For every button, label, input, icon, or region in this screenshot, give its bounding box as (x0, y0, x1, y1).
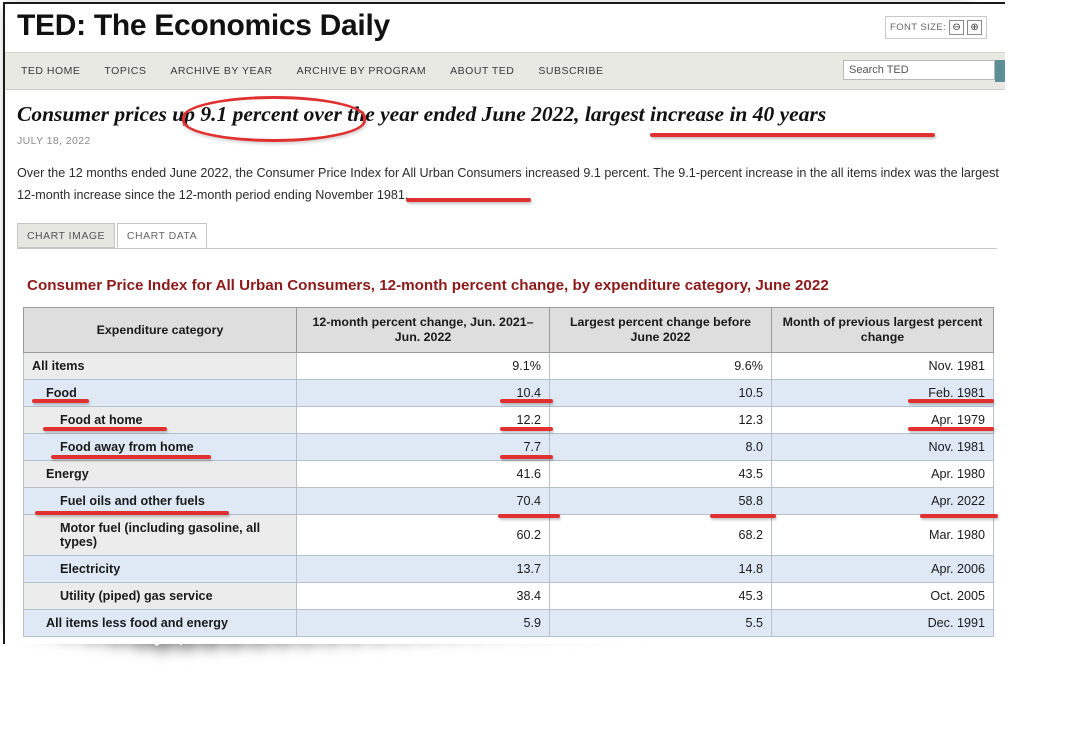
nav-item-about-ted[interactable]: ABOUT TED (450, 65, 514, 77)
table-row: Utility (piped) gas service 38.4 45.3 Oct. … (23, 582, 994, 610)
cell-expenditure-category: All items less food and energy (23, 609, 297, 637)
cell-largest-percent-change: 8.0 (549, 433, 772, 461)
cell-12-month-percent-change: 10.4 (296, 379, 550, 407)
tab-chart-image[interactable]: CHART IMAGE (17, 223, 115, 248)
table-row: All items less food and energy 5.9 5.5 Dec.… (23, 609, 994, 637)
search-input[interactable] (843, 60, 995, 80)
cell-expenditure-category: Food at home (23, 406, 297, 434)
cell-12-month-percent-change: 5.9 (296, 609, 550, 637)
nav-item-subscribe[interactable]: SUBSCRIBE (538, 65, 603, 77)
font-size-increase-icon[interactable]: ⊕ (967, 20, 983, 35)
column-header-largest-percent-change: Largest percent change before June 2022 (549, 307, 772, 353)
cell-largest-percent-change: 14.8 (549, 555, 772, 583)
column-header-month-of-previous-largest: Month of previous largest percent change (771, 307, 994, 353)
cell-month-of-previous-largest: Feb. 1981 (771, 379, 994, 407)
cell-12-month-percent-change: 12.2 (296, 406, 550, 434)
cell-largest-percent-change: 45.3 (549, 582, 772, 610)
table-row: Food away from home 7.7 8.0 Nov. 1981 (23, 433, 994, 461)
cell-month-of-previous-largest: Nov. 1981 (771, 352, 994, 380)
cell-largest-percent-change: 68.2 (549, 514, 772, 556)
article-date: JULY 18, 2022 (17, 135, 91, 147)
table-row: Energy 41.6 43.5 Apr. 1980 (23, 460, 994, 488)
tab-underline-rule (17, 248, 997, 249)
cell-largest-percent-change: 5.5 (549, 609, 772, 637)
cell-expenditure-category: All items (23, 352, 297, 380)
font-size-decrease-icon[interactable]: ⊖ (949, 20, 965, 35)
table-row: Food at home 12.2 12.3 Apr. 1979 (23, 406, 994, 434)
chart-title: Consumer Price Index for All Urban Consu… (27, 277, 829, 294)
nav-item-list: TED HOME TOPICS ARCHIVE BY YEAR ARCHIVE … (21, 53, 604, 89)
nav-item-topics[interactable]: TOPICS (104, 65, 146, 77)
cell-12-month-percent-change: 7.7 (296, 433, 550, 461)
cell-expenditure-category: Electricity (23, 555, 297, 583)
chart-tabs: CHART IMAGE CHART DATA (17, 223, 997, 249)
table-header-row: Expenditure category 12-month percent ch… (23, 307, 994, 353)
cell-largest-percent-change: 12.3 (549, 406, 772, 434)
cell-month-of-previous-largest: Apr. 1980 (771, 460, 994, 488)
cell-month-of-previous-largest: Dec. 1991 (771, 609, 994, 637)
cell-month-of-previous-largest: Apr. 2006 (771, 555, 994, 583)
cell-month-of-previous-largest: Oct. 2005 (771, 582, 994, 610)
table-row: Food 10.4 10.5 Feb. 1981 (23, 379, 994, 407)
cell-largest-percent-change: 10.5 (549, 379, 772, 407)
chart-data-table: Expenditure category 12-month percent ch… (23, 307, 994, 637)
cell-12-month-percent-change: 13.7 (296, 555, 550, 583)
site-title: TED: The Economics Daily (17, 9, 390, 42)
cell-largest-percent-change: 58.8 (549, 487, 772, 515)
table-body: All items 9.1% 9.6% Nov. 1981 Food 10.4 10.5 Fe… (23, 352, 994, 637)
font-size-label: FONT SIZE: (890, 22, 947, 33)
cell-expenditure-category: Energy (23, 460, 297, 488)
tab-chart-data[interactable]: CHART DATA (117, 223, 207, 248)
table-row: Motor fuel (including gasoline, all type… (23, 514, 994, 556)
cell-12-month-percent-change: 70.4 (296, 487, 550, 515)
cell-month-of-previous-largest: Nov. 1981 (771, 433, 994, 461)
cell-largest-percent-change: 43.5 (549, 460, 772, 488)
cell-largest-percent-change: 9.6% (549, 352, 772, 380)
article-sheet: TED: The Economics Daily FONT SIZE: ⊖ ⊕ … (3, 2, 1005, 644)
cell-expenditure-category: Utility (piped) gas service (23, 582, 297, 610)
column-header-expenditure-category: Expenditure category (23, 307, 297, 353)
cell-expenditure-category: Food away from home (23, 433, 297, 461)
column-header-12-month-percent-change: 12-month percent change, Jun. 2021–Jun. … (296, 307, 550, 353)
nav-item-archive-by-program[interactable]: ARCHIVE BY PROGRAM (297, 65, 427, 77)
cell-12-month-percent-change: 41.6 (296, 460, 550, 488)
cell-12-month-percent-change: 9.1% (296, 352, 550, 380)
nav-item-archive-by-year[interactable]: ARCHIVE BY YEAR (170, 65, 272, 77)
table-row: Electricity 13.7 14.8 Apr. 2006 (23, 555, 994, 583)
article-headline: Consumer prices up 9.1 percent over the … (17, 102, 827, 126)
cell-month-of-previous-largest: Apr. 1979 (771, 406, 994, 434)
article-body: Over the 12 months ended June 2022, the … (17, 166, 999, 202)
main-navigation: TED HOME TOPICS ARCHIVE BY YEAR ARCHIVE … (5, 52, 1005, 90)
site-header: TED: The Economics Daily FONT SIZE: ⊖ ⊕ (5, 4, 1005, 52)
font-size-control[interactable]: FONT SIZE: ⊖ ⊕ (885, 16, 988, 39)
table-row: Fuel oils and other fuels 70.4 58.8 Apr. 20… (23, 487, 994, 515)
cell-expenditure-category: Fuel oils and other fuels (23, 487, 297, 515)
nav-item-ted-home[interactable]: TED HOME (21, 65, 80, 77)
table-row: All items 9.1% 9.6% Nov. 1981 (23, 352, 994, 380)
cell-month-of-previous-largest: Apr. 2022 (771, 487, 994, 515)
search-icon[interactable]: ◔ (995, 60, 1005, 82)
cell-12-month-percent-change: 38.4 (296, 582, 550, 610)
torn-page-wrapper: TED: The Economics Daily FONT SIZE: ⊖ ⊕ … (0, 0, 1077, 730)
cell-month-of-previous-largest: Mar. 1980 (771, 514, 994, 556)
cell-expenditure-category: Food (23, 379, 297, 407)
cell-expenditure-category: Motor fuel (including gasoline, all type… (23, 514, 297, 556)
cell-12-month-percent-change: 60.2 (296, 514, 550, 556)
search-area: ◔ (843, 60, 1005, 82)
